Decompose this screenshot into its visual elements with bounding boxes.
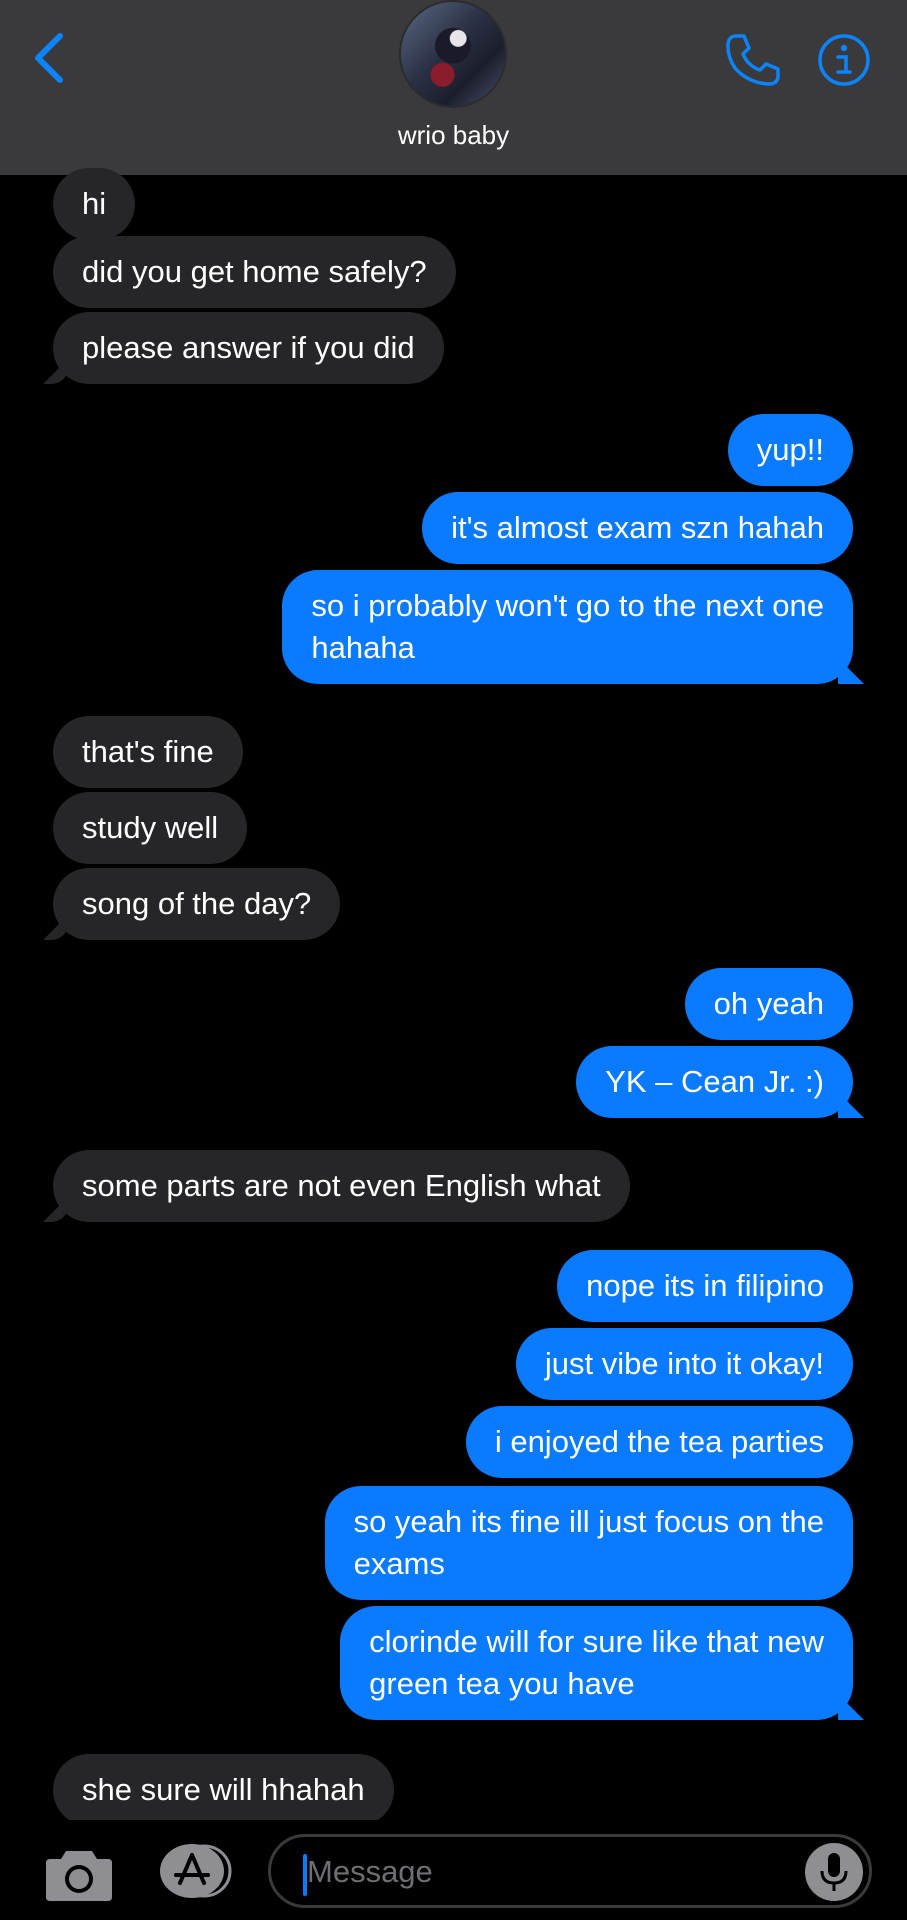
sent-message[interactable]: i enjoyed the tea parties (465, 1406, 853, 1478)
received-message[interactable]: she sure will hhahah (53, 1754, 394, 1826)
received-message[interactable]: please answer if you did (53, 312, 444, 384)
received-message[interactable]: that's fine (53, 716, 243, 788)
message-input-field[interactable] (268, 1834, 872, 1908)
sent-message[interactable]: clorinde will for sure like that new gre… (340, 1606, 853, 1720)
contact-name[interactable]: wrio baby (0, 120, 907, 151)
camera-button[interactable] (44, 1843, 114, 1903)
app-store-icon (160, 1844, 232, 1898)
sent-message[interactable]: it's almost exam szn hahah (422, 492, 853, 564)
sent-message[interactable]: nope its in filipino (557, 1250, 853, 1322)
received-message[interactable]: study well (53, 792, 248, 864)
info-icon (818, 34, 870, 86)
received-message[interactable]: hi (53, 168, 136, 240)
sent-message[interactable]: so i probably won't go to the next one h… (282, 570, 853, 684)
received-message[interactable]: some parts are not even English what (53, 1150, 630, 1222)
received-message[interactable]: song of the day? (53, 868, 341, 940)
contact-avatar[interactable] (399, 0, 507, 108)
received-message[interactable]: did you get home safely? (53, 236, 456, 308)
conversation-header: wrio baby (0, 0, 907, 175)
message-input[interactable] (305, 1845, 769, 1899)
call-button[interactable] (722, 30, 782, 90)
chevron-left-icon (35, 33, 63, 83)
sent-message[interactable]: so yeah its fine ill just focus on the e… (324, 1486, 853, 1600)
sent-message[interactable]: yup!! (727, 414, 853, 486)
app-store-button[interactable] (156, 1843, 234, 1899)
microphone-icon (820, 1853, 848, 1891)
sent-message[interactable]: YK – Cean Jr. :) (576, 1046, 853, 1118)
camera-icon (46, 1851, 112, 1901)
info-button[interactable] (814, 30, 874, 90)
back-button[interactable] (28, 28, 78, 88)
sent-message[interactable]: oh yeah (684, 968, 853, 1040)
phone-icon (726, 34, 780, 86)
dictation-button[interactable] (805, 1843, 863, 1901)
sent-message[interactable]: just vibe into it okay! (515, 1328, 853, 1400)
